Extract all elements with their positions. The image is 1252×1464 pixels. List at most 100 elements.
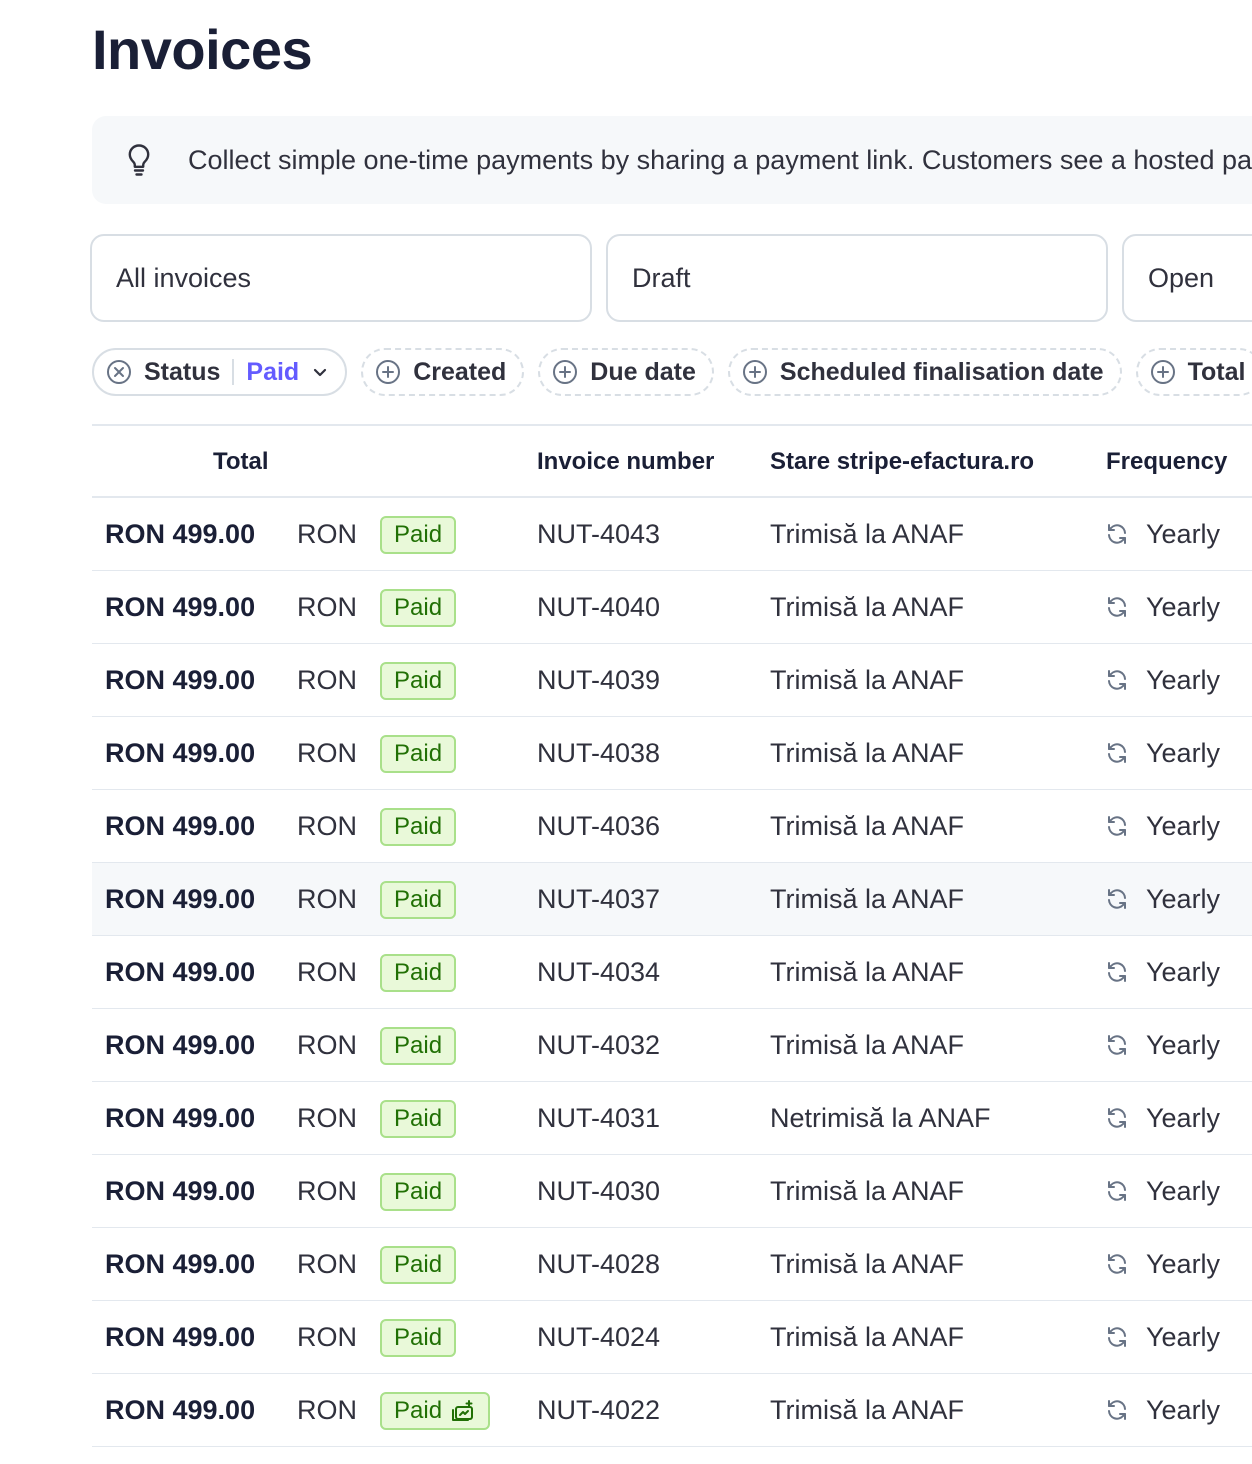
invoice-number: NUT-4022: [537, 1395, 661, 1425]
invoice-frequency: Yearly: [1104, 571, 1220, 643]
invoice-number: NUT-4031: [537, 1103, 661, 1133]
invoice-currency: RON: [297, 1395, 357, 1425]
invoice-amount: RON 499.00: [105, 665, 256, 695]
invoice-number: NUT-4039: [537, 665, 661, 695]
status-badge: Paid: [380, 589, 457, 627]
table-row[interactable]: RON 499.00 RON Paid NUT-4036 Trimisă la …: [92, 790, 1252, 863]
frequency-label: Yearly: [1146, 738, 1221, 768]
invoice-amount: RON 499.00: [105, 811, 256, 841]
status-badge: Paid: [380, 1027, 457, 1065]
frequency-label: Yearly: [1146, 592, 1221, 622]
plus-circle-icon: [742, 360, 767, 384]
invoice-number: NUT-4038: [537, 738, 661, 768]
invoice-frequency: Yearly: [1104, 1301, 1220, 1373]
status-badge: Paid: [380, 516, 457, 554]
invoice-amount: RON 499.00: [105, 1030, 256, 1060]
invoice-sent-icon: [452, 1400, 474, 1421]
table-row[interactable]: RON 499.00 RON Paid NUT-4028 Trimisă la …: [92, 1228, 1252, 1301]
invoice-amount: RON 499.00: [105, 738, 256, 768]
invoice-tabs: All invoices Draft Open: [90, 234, 1252, 322]
column-header-frequency[interactable]: Frequency: [1106, 426, 1227, 498]
status-badge: Paid: [380, 662, 457, 700]
table-row[interactable]: RON 499.00 RON Paid NUT-4038 Trimisă la …: [92, 717, 1252, 790]
status-badge-label: Paid: [394, 521, 443, 548]
tab-all-invoices[interactable]: All invoices: [90, 234, 592, 322]
invoice-frequency: Yearly: [1104, 1155, 1220, 1227]
clear-circle-icon[interactable]: [106, 359, 132, 385]
frequency-label: Yearly: [1146, 1030, 1221, 1060]
scheduled-finalisation-filter-chip[interactable]: Scheduled finalisation date: [727, 348, 1122, 396]
efactura-status: Trimisă la ANAF: [770, 1322, 965, 1352]
invoice-currency: RON: [297, 1103, 357, 1133]
invoice-frequency: Yearly: [1104, 498, 1220, 570]
created-filter-label: Created: [413, 357, 507, 386]
invoice-frequency: Yearly: [1104, 1082, 1220, 1154]
frequency-label: Yearly: [1146, 957, 1221, 987]
status-badge: Paid: [380, 881, 457, 919]
table-row[interactable]: RON 499.00 RON Paid NUT-4037 Trimisă la …: [92, 863, 1252, 936]
invoice-frequency: Yearly: [1104, 717, 1220, 789]
total-filter-chip[interactable]: Total: [1135, 348, 1252, 396]
column-header-invoice-number[interactable]: Invoice number: [537, 426, 714, 498]
invoice-currency: RON: [297, 519, 357, 549]
status-filter-label: Status: [144, 357, 221, 386]
invoice-currency: RON: [297, 738, 357, 768]
efactura-status: Trimisă la ANAF: [770, 738, 965, 768]
column-header-stare[interactable]: Stare stripe-efactura.ro: [770, 426, 1034, 498]
repeat-icon: [1108, 962, 1126, 982]
status-badge-label: Paid: [394, 886, 443, 913]
invoice-number: NUT-4040: [537, 592, 661, 622]
table-row[interactable]: RON 499.00 RON Paid NUT-4030 Trimisă la …: [92, 1155, 1252, 1228]
table-row[interactable]: RON 499.00 RON Paid NUT-4040 Trimisă la …: [92, 571, 1252, 644]
efactura-status: Trimisă la ANAF: [770, 811, 965, 841]
invoice-amount: RON 499.00: [105, 1103, 256, 1133]
repeat-icon: [1108, 1327, 1126, 1347]
tab-open[interactable]: Open: [1122, 234, 1252, 322]
status-filter-chip[interactable]: Status Paid: [92, 348, 348, 396]
page-title: Invoices: [92, 18, 313, 81]
invoice-currency: RON: [297, 1249, 357, 1279]
invoice-frequency: Yearly: [1104, 790, 1220, 862]
frequency-label: Yearly: [1146, 884, 1221, 914]
invoice-amount: RON 499.00: [105, 884, 256, 914]
efactura-status: Trimisă la ANAF: [770, 884, 965, 914]
due-date-filter-chip[interactable]: Due date: [538, 348, 714, 396]
table-row[interactable]: RON 499.00 RON Paid NUT-4039 Trimisă la …: [92, 644, 1252, 717]
created-filter-chip[interactable]: Created: [361, 348, 525, 396]
status-badge: Paid: [380, 1246, 457, 1284]
status-badge-label: Paid: [394, 594, 443, 621]
repeat-icon: [1108, 889, 1126, 909]
table-row[interactable]: RON 499.00 RON Paid NUT-4034 Trimisă la …: [92, 936, 1252, 1009]
frequency-label: Yearly: [1146, 519, 1221, 549]
invoice-currency: RON: [297, 665, 357, 695]
status-badge-label: Paid: [394, 667, 443, 694]
status-badge: Paid: [380, 1319, 457, 1357]
invoice-number: NUT-4028: [537, 1249, 661, 1279]
table-row[interactable]: RON 499.00 RON Paid NUT-4022 Trimisă la …: [92, 1374, 1252, 1447]
table-row[interactable]: RON 499.00 RON Paid NUT-4043 Trimisă la …: [92, 498, 1252, 571]
repeat-icon: [1108, 670, 1126, 690]
status-badge-label: Paid: [394, 1032, 443, 1059]
invoice-frequency: Yearly: [1104, 1228, 1220, 1300]
invoice-currency: RON: [297, 811, 357, 841]
invoice-number: NUT-4036: [537, 811, 661, 841]
invoice-number: NUT-4037: [537, 884, 661, 914]
invoices-table: Total Invoice number Stare stripe-efactu…: [92, 424, 1252, 1447]
invoice-currency: RON: [297, 1176, 357, 1206]
column-header-total[interactable]: Total: [213, 426, 269, 498]
tab-draft[interactable]: Draft: [606, 234, 1108, 322]
status-badge: Paid: [380, 1173, 457, 1211]
frequency-label: Yearly: [1146, 1395, 1221, 1425]
invoice-frequency: Yearly: [1104, 1374, 1220, 1446]
chevron-down-icon: [314, 368, 327, 377]
efactura-status: Trimisă la ANAF: [770, 665, 965, 695]
total-filter-label: Total: [1187, 357, 1246, 386]
invoice-amount: RON 499.00: [105, 592, 256, 622]
status-badge-label: Paid: [394, 1105, 443, 1132]
frequency-label: Yearly: [1146, 811, 1221, 841]
table-row[interactable]: RON 499.00 RON Paid NUT-4032 Trimisă la …: [92, 1009, 1252, 1082]
table-header: Total Invoice number Stare stripe-efactu…: [92, 424, 1252, 498]
table-row[interactable]: RON 499.00 RON Paid NUT-4024 Trimisă la …: [92, 1301, 1252, 1374]
efactura-status: Trimisă la ANAF: [770, 957, 965, 987]
table-row[interactable]: RON 499.00 RON Paid NUT-4031 Netrimisă l…: [92, 1082, 1252, 1155]
